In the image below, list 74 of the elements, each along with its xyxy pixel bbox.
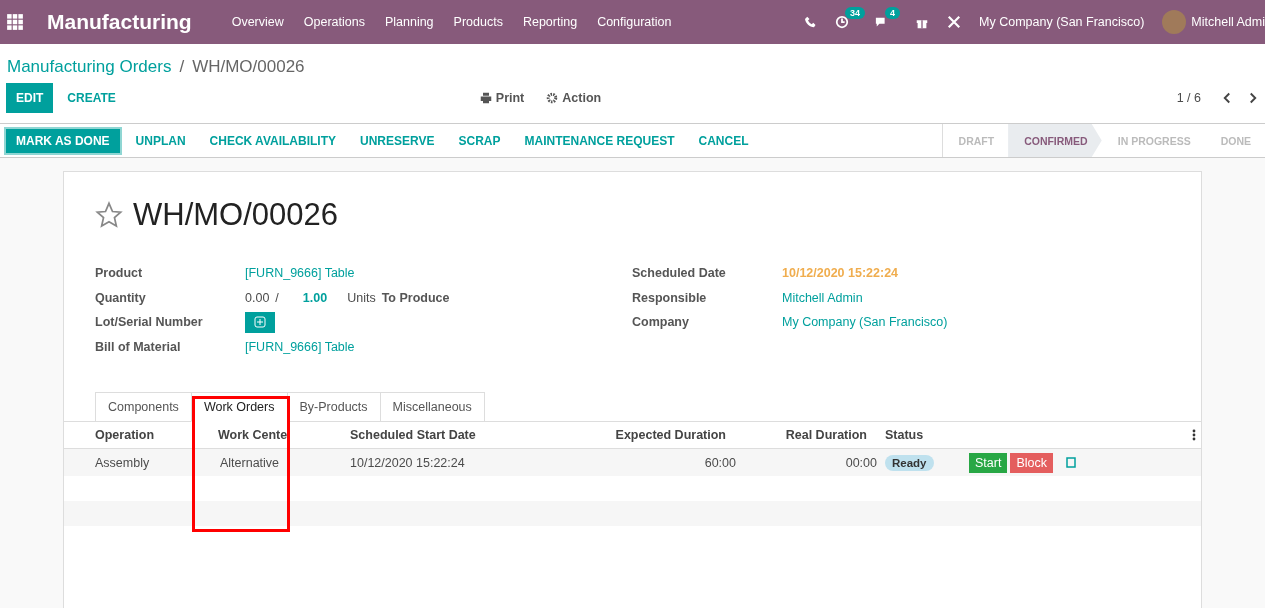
column-header: Status — [884, 428, 925, 442]
add-lot-button[interactable] — [245, 311, 275, 333]
field-link[interactable]: Mitchell Admin — [782, 290, 863, 305]
table-cell-text: 10/12/2020 15:22:24 — [350, 455, 466, 470]
field-label: Bill of Material — [95, 339, 182, 354]
more-options-icon[interactable] — [1192, 429, 1196, 441]
field-link[interactable]: [FURN_9666] Table — [245, 266, 355, 281]
header-button[interactable]: MAINTENANCE REQUEST — [514, 128, 685, 153]
action-button[interactable]: Action — [540, 90, 608, 106]
app-title: Manufacturing — [47, 10, 192, 34]
header-button[interactable]: CHECK AVAILABILITY — [199, 128, 346, 153]
menu-item[interactable]: Reporting — [522, 15, 578, 29]
header-button[interactable]: SCRAP — [448, 128, 511, 153]
message-badge: 4 — [885, 7, 901, 19]
quantity-slash: / — [275, 290, 279, 305]
column-header: Scheduled Start Date — [350, 428, 477, 442]
table-cell-text: 60:00 — [703, 455, 736, 470]
previous-icon — [1221, 92, 1233, 104]
pager-value: 1 / 6 — [1176, 91, 1201, 105]
field-label: Product — [95, 266, 144, 281]
header-button[interactable]: CANCEL — [688, 128, 759, 153]
field-link[interactable]: My Company (San Francisco) — [782, 315, 948, 330]
field-label: Company — [632, 315, 690, 330]
menu-item[interactable]: Overview — [231, 15, 284, 29]
header-button[interactable]: UNRESERVE — [350, 128, 445, 153]
field-label: Responsible — [632, 290, 708, 305]
record-title: WH/MO/00026 — [133, 197, 338, 233]
tab[interactable]: Miscellaneous — [379, 392, 485, 422]
menu-item[interactable]: Planning — [384, 15, 434, 29]
create-button[interactable]: CREATE — [57, 83, 126, 113]
field-label: Lot/Serial Number — [95, 315, 204, 330]
breadcrumb-link[interactable]: Manufacturing Orders — [7, 57, 172, 77]
phone-icon — [805, 16, 818, 28]
field-label: Quantity — [95, 290, 147, 305]
column-header: Work Cente — [218, 428, 289, 442]
next-icon — [1247, 92, 1259, 104]
quantity-planned: 1.00 — [302, 290, 328, 305]
unit-label: Units — [347, 290, 376, 305]
print-button[interactable]: Print — [473, 90, 531, 106]
table-cell-text: Alternative — [219, 455, 281, 470]
field-link[interactable]: [FURN_9666] Table — [245, 339, 355, 354]
column-header: Real Duration — [784, 428, 867, 442]
user-menu[interactable]: Mitchell Admi — [1191, 15, 1265, 29]
avatar-icon — [1162, 10, 1187, 34]
star-icon[interactable] — [95, 201, 123, 229]
to-produce-label: To Produce — [381, 290, 450, 305]
printer-icon — [479, 92, 492, 104]
block-button[interactable]: Block — [1010, 452, 1053, 473]
breadcrumb-current: WH/MO/00026 — [192, 57, 305, 77]
field-value: 10/12/2020 15:22:24 — [782, 266, 899, 281]
apps-menu-icon — [6, 13, 24, 31]
field-label: Scheduled Date — [632, 266, 727, 281]
status-step[interactable]: CONFIRMED — [1008, 124, 1102, 157]
tablet-icon[interactable] — [1066, 457, 1076, 468]
table-cell-text: 00:00 — [844, 455, 877, 470]
clock-icon — [835, 15, 850, 29]
menu-item[interactable]: Products — [453, 15, 503, 29]
edit-button[interactable]: EDIT — [6, 83, 54, 113]
breadcrumb-separator: / — [179, 57, 185, 77]
status-badge: Ready — [885, 454, 934, 471]
tab[interactable]: Components — [95, 392, 192, 422]
company-switcher[interactable]: My Company (San Francisco) — [979, 15, 1145, 29]
table-cell-text: Assembly — [95, 455, 151, 470]
start-button[interactable]: Start — [969, 452, 1008, 473]
column-header: Operation — [95, 428, 156, 442]
menu-item[interactable]: Configuration — [597, 15, 672, 29]
quantity-produced: 0.00 — [245, 290, 270, 305]
header-button[interactable]: MARK AS DONE — [4, 126, 122, 155]
column-header: Expected Duration — [614, 428, 726, 442]
plus-icon — [254, 316, 266, 329]
header-button[interactable]: UNPLAN — [125, 128, 196, 153]
menu-item[interactable]: Operations — [303, 15, 365, 29]
gear-icon — [546, 92, 559, 104]
activity-badge: 34 — [845, 7, 866, 19]
